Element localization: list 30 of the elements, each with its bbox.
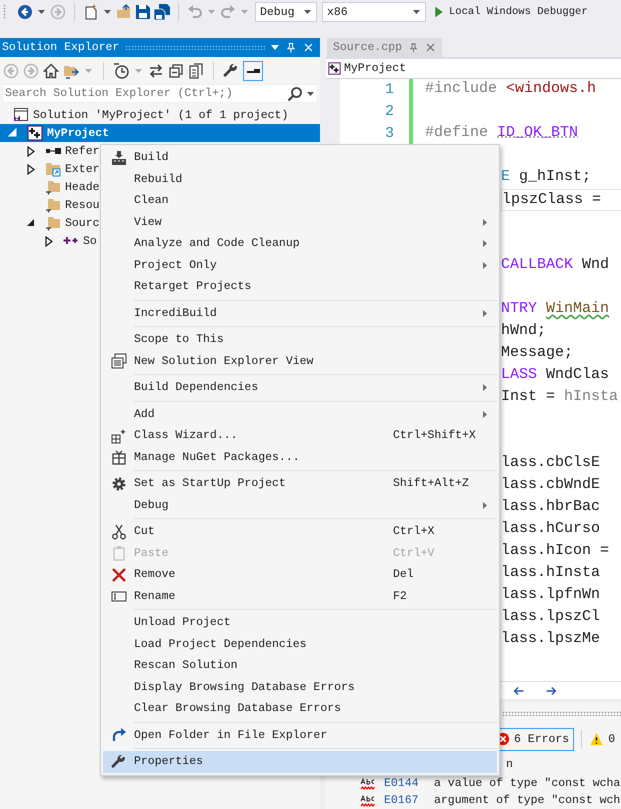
- code-line: lass.cbClsE: [501, 453, 602, 473]
- line-number: 2: [340, 101, 413, 123]
- code-line: lass.hIcon =: [501, 541, 610, 561]
- code-line: CALLBACK Wnd: [501, 255, 610, 275]
- code-line: lass.hCurso: [501, 519, 602, 539]
- code-line: E g_hInst;: [501, 167, 592, 187]
- code-line: lpszClass =: [501, 189, 621, 211]
- error-description: a value of type "const wcha: [434, 777, 620, 790]
- code-line: Message;: [501, 343, 574, 363]
- error-description: argument of type "const wch: [434, 794, 620, 807]
- code-line: lass.lpszCl: [501, 607, 602, 627]
- line-number: 1: [340, 79, 413, 101]
- shortcut-text: Ctrl+V: [393, 546, 436, 560]
- shortcut-text: Del: [393, 568, 415, 582]
- code-line: lass.lpszMe: [501, 629, 602, 649]
- shortcut-text: Shift+Alt+Z: [393, 477, 470, 490]
- code-line: Inst = hInsta: [501, 387, 620, 407]
- code-line: #include <windows.h: [425, 79, 598, 99]
- shortcut-text: F2: [393, 590, 408, 603]
- shortcut-text: Ctrl+Shift+X: [393, 429, 477, 442]
- code-line: LASS WndClas: [501, 365, 610, 385]
- code-line: lass.hInsta: [501, 563, 602, 583]
- code-line: lass.cbWndE: [501, 475, 602, 495]
- code-line: NTRY WinMain: [501, 299, 610, 319]
- code-line: lass.hbrBac: [501, 497, 602, 517]
- code-line: hWnd;: [501, 321, 548, 341]
- panel-title: Solution Explorer: [2, 41, 120, 54]
- shortcut-text: Ctrl+X: [393, 525, 436, 538]
- code-line: lass.lpfnWn: [501, 585, 602, 605]
- code-line: #define ID_OK_BTN: [425, 123, 580, 143]
